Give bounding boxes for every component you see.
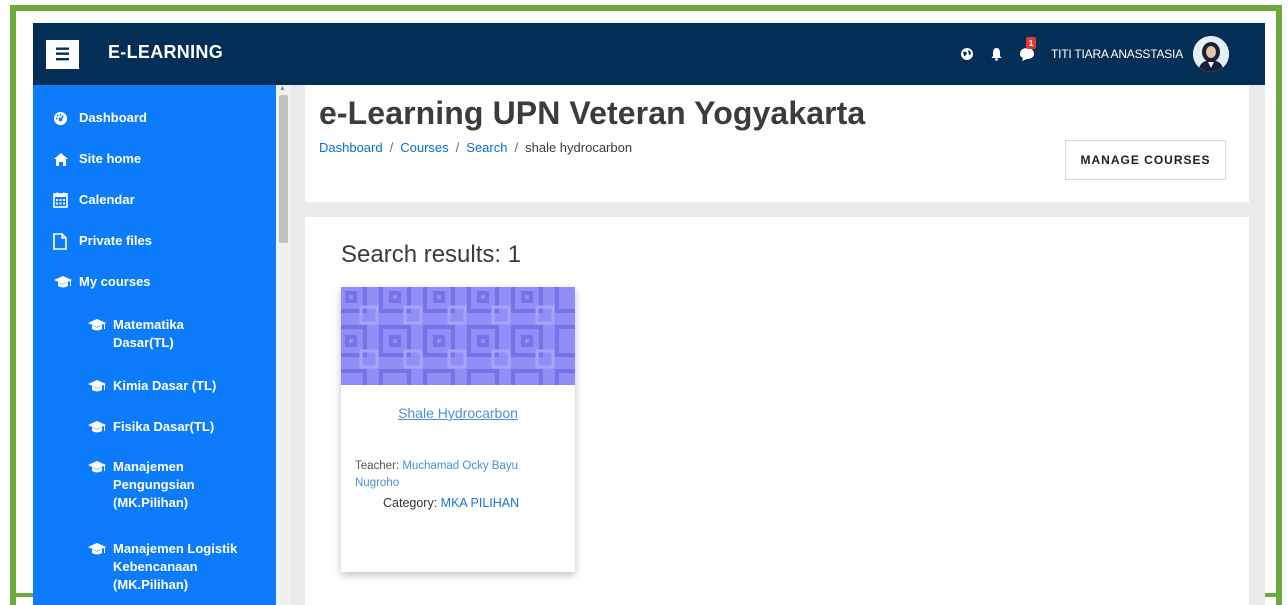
sidebar-course-manajemen-logistik[interactable]: Manajemen Logistik Kebencanaan (MK.Pilih…	[87, 540, 253, 594]
calendar-icon	[53, 191, 73, 209]
menu-toggle-button[interactable]: ☰	[46, 40, 79, 69]
course-category: Category: MKA PILIHAN	[383, 496, 519, 510]
breadcrumb-current: shale hydrocarbon	[525, 140, 633, 155]
user-name[interactable]: TITI TIARA ANASSTASIA	[1051, 47, 1183, 61]
sidebar-course-label: Manajemen Logistik Kebencanaan (MK.Pilih…	[113, 541, 238, 592]
graduation-cap-icon	[87, 316, 107, 334]
sidebar-course-label: Kimia Dasar (TL)	[113, 378, 217, 393]
sidebar-course-label: Fisika Dasar(TL)	[113, 419, 215, 434]
graduation-cap-icon	[87, 377, 107, 395]
sidebar-course-fisika[interactable]: Fisika Dasar(TL)	[87, 418, 263, 436]
page-header: e-Learning UPN Veteran Yogyakarta Dashbo…	[305, 85, 1249, 202]
dashboard-icon	[53, 109, 73, 127]
scrollbar-thumb[interactable]	[279, 95, 288, 243]
top-navbar: ☰ E-LEARNING 1 TITI TIARA ANASSTASIA	[33, 23, 1265, 85]
breadcrumb-separator: /	[455, 140, 460, 155]
sidebar-course-kimia[interactable]: Kimia Dasar (TL)	[87, 377, 263, 395]
sidebar-course-matematika[interactable]: Matematika Dasar(TL)	[87, 316, 203, 352]
graduation-cap-icon	[87, 458, 107, 476]
sidebar-nav: Dashboard Site home Calendar Private fil…	[33, 85, 276, 605]
course-card[interactable]: Shale Hydrocarbon Teacher: Muchamad Ocky…	[341, 287, 575, 572]
frame-top-border	[10, 5, 1282, 11]
sidebar-course-manajemen-pengungsian[interactable]: Manajemen Pengungsian (MK.Pilihan)	[87, 458, 213, 512]
sidebar-course-label: Manajemen Pengungsian (MK.Pilihan)	[113, 459, 195, 510]
messages-icon[interactable]: 1	[1017, 37, 1037, 64]
sidebar-item-label: My courses	[79, 274, 151, 289]
search-results-panel: Search results: 1 Shale Hydrocarbon Teac…	[305, 217, 1249, 605]
notification-bell-icon[interactable]	[987, 44, 1007, 64]
navbar-actions: 1 TITI TIARA ANASSTASIA	[957, 36, 1229, 72]
graduation-cap-icon	[53, 273, 73, 291]
course-teacher: Teacher: Muchamad Ocky Bayu Nugroho	[355, 458, 555, 492]
language-icon[interactable]	[957, 44, 977, 64]
file-icon	[53, 232, 73, 250]
sidebar-item-label: Calendar	[79, 192, 135, 207]
sidebar-item-dashboard[interactable]: Dashboard	[53, 109, 147, 127]
sidebar-item-site-home[interactable]: Site home	[53, 150, 141, 168]
manage-courses-button[interactable]: MANAGE COURSES	[1065, 140, 1226, 180]
course-title-link[interactable]: Shale Hydrocarbon	[341, 405, 575, 421]
hamburger-icon: ☰	[54, 44, 71, 64]
frame-right-border	[1276, 5, 1282, 605]
graduation-cap-icon	[87, 418, 107, 436]
user-avatar[interactable]	[1193, 36, 1229, 72]
frame-left-border	[10, 5, 16, 605]
breadcrumb-search[interactable]: Search	[466, 140, 507, 155]
sidebar-item-label: Dashboard	[79, 110, 147, 125]
site-brand[interactable]: E-LEARNING	[108, 42, 223, 63]
breadcrumb: Dashboard / Courses / Search / shale hyd…	[319, 140, 632, 155]
search-results-title: Search results: 1	[341, 241, 522, 268]
sidebar-scrollbar[interactable]: ▲	[276, 85, 291, 605]
graduation-cap-icon	[87, 540, 107, 558]
course-pattern-image[interactable]	[341, 287, 575, 385]
teacher-label: Teacher:	[355, 460, 403, 472]
home-icon	[53, 150, 73, 168]
category-name-link[interactable]: MKA PILIHAN	[441, 496, 520, 510]
sidebar-item-private-files[interactable]: Private files	[53, 232, 152, 250]
sidebar-course-label: Matematika Dasar(TL)	[113, 317, 184, 350]
sidebar-item-label: Private files	[79, 233, 152, 248]
breadcrumb-courses[interactable]: Courses	[400, 140, 448, 155]
sidebar-item-calendar[interactable]: Calendar	[53, 191, 135, 209]
breadcrumb-dashboard[interactable]: Dashboard	[319, 140, 383, 155]
category-label: Category:	[383, 496, 441, 510]
sidebar-item-label: Site home	[79, 151, 142, 166]
breadcrumb-separator: /	[389, 140, 394, 155]
breadcrumb-separator: /	[514, 140, 519, 155]
sidebar-item-my-courses[interactable]: My courses	[53, 273, 151, 291]
page-title: e-Learning UPN Veteran Yogyakarta	[319, 95, 866, 131]
app-window: ☰ E-LEARNING 1 TITI TIARA ANASSTASIA Das…	[33, 23, 1265, 605]
message-count-badge: 1	[1025, 37, 1036, 49]
scroll-up-arrow-icon[interactable]: ▲	[279, 85, 286, 92]
